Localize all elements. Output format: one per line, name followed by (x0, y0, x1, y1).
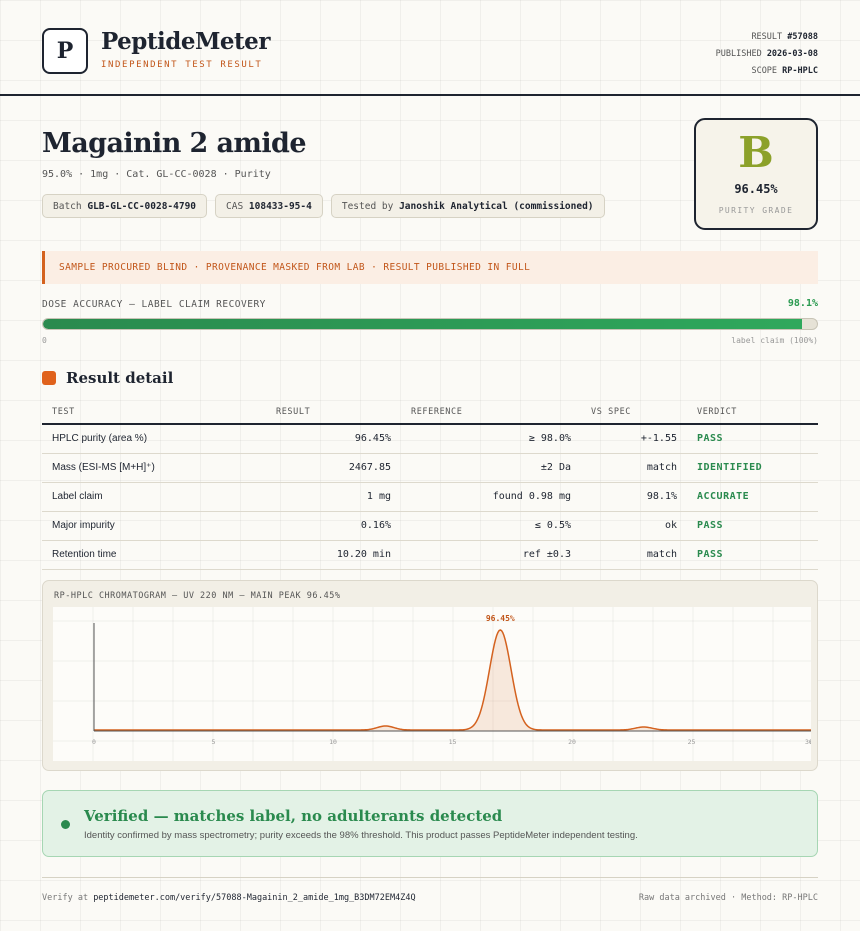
cell-spec: match (581, 540, 687, 570)
brand-name: PeptideMeter (101, 28, 270, 55)
col-vs-spec: VS SPEC (581, 400, 687, 425)
cell-result: 2467.85 (266, 453, 401, 483)
chromatogram-panel: RP-HPLC CHROMATOGRAM — UV 220 NM — MAIN … (42, 580, 818, 771)
dose-progress-fill (43, 319, 803, 329)
col-test: TEST (42, 400, 266, 425)
batch-chip-label: Batch (53, 201, 82, 212)
tested-by-chip: Tested by Janoshik Analytical (commissio… (330, 194, 605, 218)
cell-reference: found 0.98 mg (401, 482, 581, 512)
tested-by-chip-label: Tested by (341, 201, 394, 212)
meta-result-value: #57088 (787, 32, 818, 42)
chromatogram-chart: 051015202530min96.45% (53, 607, 811, 761)
cell-spec: 98.1% (581, 482, 687, 512)
cell-reference: ±2 Da (401, 453, 581, 483)
chromatogram-title: RP-HPLC CHROMATOGRAM — UV 220 NM — MAIN … (54, 591, 341, 601)
meta-scope: SCOPE RP-HPLC (716, 63, 818, 80)
brand-logo: P (42, 28, 88, 74)
meta-result-label: RESULT (751, 32, 783, 42)
blind-notice: SAMPLE PROCURED BLIND · PROVENANCE MASKE… (42, 251, 818, 284)
cell-verdict: IDENTIFIED (687, 453, 818, 483)
meta-scope-label: SCOPE (751, 66, 778, 76)
cell-spec: match (581, 453, 687, 483)
purity-grade-card: B 96.45% PURITY GRADE (694, 118, 818, 230)
cell-result: 10.20 min (266, 540, 401, 570)
cell-reference: ≤ 0.5% (401, 511, 581, 541)
x-tick-label: 20 (568, 738, 576, 746)
verified-title: Verified — matches label, no adulterants… (84, 807, 503, 825)
footer-method: Raw data archived · Method: RP-HPLC (638, 893, 818, 903)
brand-subtitle: INDEPENDENT TEST RESULT (101, 60, 263, 70)
peak-annotation: 96.45% (486, 614, 515, 623)
product-subline: 95.0% · 1mg · Cat. GL-CC-0028 · Purity (42, 169, 271, 180)
col-verdict: VERDICT (687, 400, 818, 425)
cell-test: Retention time (42, 540, 266, 570)
dose-progress-bar (42, 318, 818, 330)
cell-verdict: PASS (687, 540, 818, 570)
cell-spec: +-1.55 (581, 424, 687, 454)
cell-spec: ok (581, 511, 687, 541)
x-tick-label: 10 (329, 738, 337, 746)
meta-result: RESULT #57088 (716, 29, 818, 46)
table-row: HPLC purity (area %) 96.45% ≥ 98.0% +-1.… (42, 424, 818, 454)
section-title: Result detail (66, 369, 174, 387)
dose-label: DOSE ACCURACY — LABEL CLAIM RECOVERY (42, 299, 266, 310)
result-detail-heading: Result detail (42, 369, 173, 387)
cas-chip: CAS 108433-95-4 (215, 194, 323, 218)
cas-chip-label: CAS (226, 201, 244, 212)
cell-result: 0.16% (266, 511, 401, 541)
results-table: TEST RESULT REFERENCE VS SPEC VERDICT HP… (42, 400, 818, 570)
x-tick-label: 5 (212, 738, 216, 746)
meta-published-value: 2026-03-08 (766, 49, 818, 59)
cas-chip-value: 108433-95-4 (248, 201, 312, 212)
verified-subtitle: Identity confirmed by mass spectrometry;… (84, 830, 638, 841)
cell-result: 1 mg (266, 482, 401, 512)
section-marker-icon (42, 371, 56, 385)
table-header-row: TEST RESULT REFERENCE VS SPEC VERDICT (42, 400, 818, 425)
dose-max-label: label claim (100%) (731, 336, 818, 345)
cell-verdict: PASS (687, 424, 818, 454)
cell-reference: ref ±0.3 (401, 540, 581, 570)
cell-verdict: ACCURATE (687, 482, 818, 512)
grade-label: PURITY GRADE (718, 206, 794, 215)
col-result: RESULT (266, 400, 401, 425)
cell-test: Mass (ESI-MS [M+H]⁺) (42, 453, 266, 483)
verified-dot-icon (61, 820, 70, 829)
verify-link[interactable]: peptidemeter.com/verify/57088-Magainin_2… (93, 893, 415, 903)
meta-published: PUBLISHED 2026-03-08 (716, 46, 818, 63)
batch-chip: Batch GLB-GL-CC-0028-4790 (42, 194, 208, 218)
footer-divider (42, 877, 818, 878)
table-row: Major impurity 0.16% ≤ 0.5% ok PASS (42, 511, 818, 541)
cell-test: Major impurity (42, 511, 266, 541)
logo-letter: P (56, 38, 74, 64)
chart-plot-area (53, 607, 811, 761)
footer-verify: Verify at peptidemeter.com/verify/57088-… (42, 893, 416, 903)
cell-verdict: PASS (687, 511, 818, 541)
verified-banner: Verified — matches label, no adulterants… (42, 790, 818, 857)
tested-by-chip-value: Janoshik Analytical (commissioned) (399, 201, 594, 212)
table-row: Mass (ESI-MS [M+H]⁺) 2467.85 ±2 Da match… (42, 453, 818, 483)
cell-result: 96.45% (266, 424, 401, 454)
cell-test: HPLC purity (area %) (42, 424, 266, 454)
col-reference: REFERENCE (401, 400, 581, 425)
dose-min-label: 0 (42, 336, 47, 345)
report-meta: RESULT #57088 PUBLISHED 2026-03-08 SCOPE… (716, 29, 818, 80)
cell-reference: ≥ 98.0% (401, 424, 581, 454)
cell-test: Label claim (42, 482, 266, 512)
product-chips: Batch GLB-GL-CC-0028-4790 CAS 108433-95-… (42, 194, 605, 218)
grade-value: 96.45% (734, 182, 778, 196)
table-row: Label claim 1 mg found 0.98 mg 98.1% ACC… (42, 482, 818, 512)
batch-chip-value: GLB-GL-CC-0028-4790 (87, 201, 197, 212)
grade-letter: B (738, 128, 774, 177)
table-row: Retention time 10.20 min ref ±0.3 match … (42, 540, 818, 570)
x-tick-label: 0 (92, 738, 96, 746)
verify-prefix: Verify at (42, 893, 89, 903)
product-title: Magainin 2 amide (42, 128, 307, 159)
x-tick-label: 15 (449, 738, 457, 746)
meta-published-label: PUBLISHED (715, 49, 762, 59)
report-header: P PeptideMeter INDEPENDENT TEST RESULT R… (0, 0, 860, 96)
dose-value: 98.1% (787, 298, 818, 309)
x-tick-label: 25 (688, 738, 696, 746)
meta-scope-value: RP-HPLC (782, 66, 818, 76)
x-unit-label: min (810, 738, 811, 746)
